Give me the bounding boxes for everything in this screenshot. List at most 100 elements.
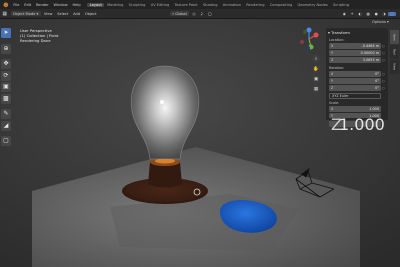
shading-rendered-icon[interactable]: ○ [388, 11, 396, 16]
tab-shading[interactable]: Shading [200, 3, 220, 7]
location-z-axis: Z [331, 58, 334, 62]
lock-icon[interactable]: ○ [382, 51, 386, 55]
tab-item[interactable]: Item [390, 30, 399, 44]
editor-type-icon[interactable]: ▦ [0, 11, 10, 17]
tab-tool[interactable]: Tool [390, 45, 399, 59]
tab-layout[interactable]: Layout [87, 2, 105, 7]
scale-z-axis: Z [331, 114, 342, 134]
rotation-mode-dropdown[interactable]: XYZ Euler [329, 93, 381, 99]
scale-tool-icon[interactable]: ▣ [1, 82, 11, 92]
transform-panel: ▾ Transform Location: X -0.4464 m ○ Y 0.… [326, 28, 388, 120]
rotation-x-field[interactable]: X 0° [329, 71, 381, 77]
mode-label: Object Mode [12, 11, 36, 16]
rotation-mode-value: XYZ Euler [332, 94, 349, 98]
shading-solid-icon[interactable]: ● [372, 12, 380, 16]
sidebar-tabs: Item Tool View [390, 30, 399, 74]
menu-edit[interactable]: Edit [22, 3, 34, 7]
rotation-label: Rotation: [329, 66, 345, 70]
transform-panel-title-text: Transform [331, 30, 351, 35]
viewport-status-label: Rendering Done [20, 38, 51, 43]
chevron-down-icon: ▾ [36, 11, 39, 16]
rotation-y-value: 0° [375, 79, 379, 83]
snap-icon[interactable]: ⚳ [198, 12, 205, 16]
scale-label: Scale: [329, 101, 340, 105]
proportional-edit-icon[interactable]: ◯ [205, 12, 214, 16]
options-label: Options [372, 20, 386, 24]
ortho-grid-icon[interactable]: ▦ [312, 85, 320, 93]
add-object-tool-icon[interactable]: ▢ [1, 136, 11, 146]
overlay-toggle-icon[interactable]: ◐ [356, 12, 364, 16]
orientation-label: Global [175, 11, 187, 16]
scale-z-field[interactable]: Z 1.000 [329, 115, 385, 134]
menu-window[interactable]: Window [51, 3, 70, 7]
viewport-header: ▦ Object Mode ▾ View Select Add Object ⌖… [0, 9, 400, 19]
tab-animation[interactable]: Animation [220, 3, 244, 7]
tab-compositing[interactable]: Compositing [267, 3, 295, 7]
top-menu-bar: File Edit Render Window Help Layout Mode… [0, 0, 400, 9]
lock-icon[interactable]: ○ [382, 44, 386, 48]
rotation-x-axis: X [331, 72, 334, 76]
transform-tool-icon[interactable]: ▩ [1, 93, 11, 104]
location-y-field[interactable]: Y 0.00000 m [329, 50, 381, 56]
rotation-x-value: 0° [375, 72, 379, 76]
location-y-value: 0.00000 m [360, 51, 379, 55]
measure-tool-icon[interactable]: ◢ [1, 120, 11, 131]
lock-icon[interactable]: ○ [382, 72, 386, 76]
tab-uv-editing[interactable]: UV Editing [148, 3, 172, 7]
lock-icon[interactable]: ○ [382, 58, 386, 62]
visibility-icon[interactable]: ◉ [340, 12, 348, 16]
menu-select[interactable]: Select [55, 12, 71, 16]
tab-texture-paint[interactable]: Texture Paint [172, 3, 200, 7]
rotation-z-axis: Z [331, 86, 334, 90]
menu-add[interactable]: Add [71, 12, 83, 16]
location-z-value: 3.0655 m [362, 58, 379, 62]
chevron-down-icon: ▾ [385, 20, 389, 24]
location-x-axis: X [331, 44, 334, 48]
tab-view[interactable]: View [390, 60, 399, 74]
location-label: Location: [329, 38, 345, 42]
camera-view-icon[interactable]: ▣ [312, 75, 320, 83]
xray-toggle-icon[interactable]: ▩ [364, 12, 372, 16]
location-x-value: -0.4464 m [361, 44, 379, 48]
menu-file[interactable]: File [11, 3, 22, 7]
rotation-y-field[interactable]: Y 0° [329, 78, 381, 84]
annotate-tool-icon[interactable]: ✎ [1, 109, 11, 119]
mode-dropdown[interactable]: Object Mode ▾ [10, 10, 41, 17]
lock-icon[interactable]: ○ [382, 86, 386, 90]
tab-rendering[interactable]: Rendering [244, 3, 268, 7]
rotation-z-value: 0° [375, 86, 379, 90]
scale-z-value: 1.000 [339, 114, 385, 134]
rotation-y-axis: Y [331, 79, 334, 83]
location-y-axis: Y [331, 51, 334, 55]
scale-x-value: 1.000 [369, 107, 379, 111]
blender-logo-icon[interactable] [2, 1, 9, 8]
transform-panel-title[interactable]: ▾ Transform [328, 30, 350, 35]
move-tool-icon[interactable]: ✥ [1, 59, 11, 69]
menu-render[interactable]: Render [34, 3, 52, 7]
scale-x-axis: X [331, 107, 334, 111]
tab-sculpting[interactable]: Sculpting [126, 3, 148, 7]
pan-hand-icon[interactable]: ✋ [312, 65, 320, 73]
tab-geometry-nodes[interactable]: Geometry Nodes [295, 3, 331, 7]
select-tool-icon[interactable]: ➤ [1, 28, 11, 38]
location-x-field[interactable]: X -0.4464 m [329, 43, 381, 49]
rotate-tool-icon[interactable]: ⟳ [1, 70, 11, 81]
zoom-icon[interactable]: ⌕ [312, 55, 320, 63]
tab-scripting[interactable]: Scripting [330, 3, 351, 7]
menu-object[interactable]: Object [82, 12, 99, 16]
gizmo-toggle-icon[interactable]: ✛ [348, 12, 356, 16]
scale-x-field[interactable]: X 1.000 [329, 106, 381, 112]
lock-icon[interactable]: ○ [382, 79, 386, 83]
options-dropdown[interactable]: Options ▾ [372, 20, 389, 24]
rotation-z-field[interactable]: Z 0° [329, 85, 381, 91]
orientation-dropdown[interactable]: ⌖ Global [169, 10, 189, 17]
cursor-tool-icon[interactable]: ⊕ [1, 43, 11, 54]
tab-modeling[interactable]: Modeling [104, 3, 126, 7]
navigation-gizmo[interactable] [296, 26, 322, 52]
menu-help[interactable]: Help [70, 3, 83, 7]
shading-material-icon[interactable]: ◑ [380, 12, 388, 16]
location-z-field[interactable]: Z 3.0655 m [329, 57, 381, 63]
menu-view[interactable]: View [42, 12, 55, 16]
left-toolbar: ➤ ⊕ ✥ ⟳ ▣ ▩ ✎ ◢ ▢ [1, 28, 11, 146]
pivot-icon[interactable]: ◎ [190, 12, 198, 16]
